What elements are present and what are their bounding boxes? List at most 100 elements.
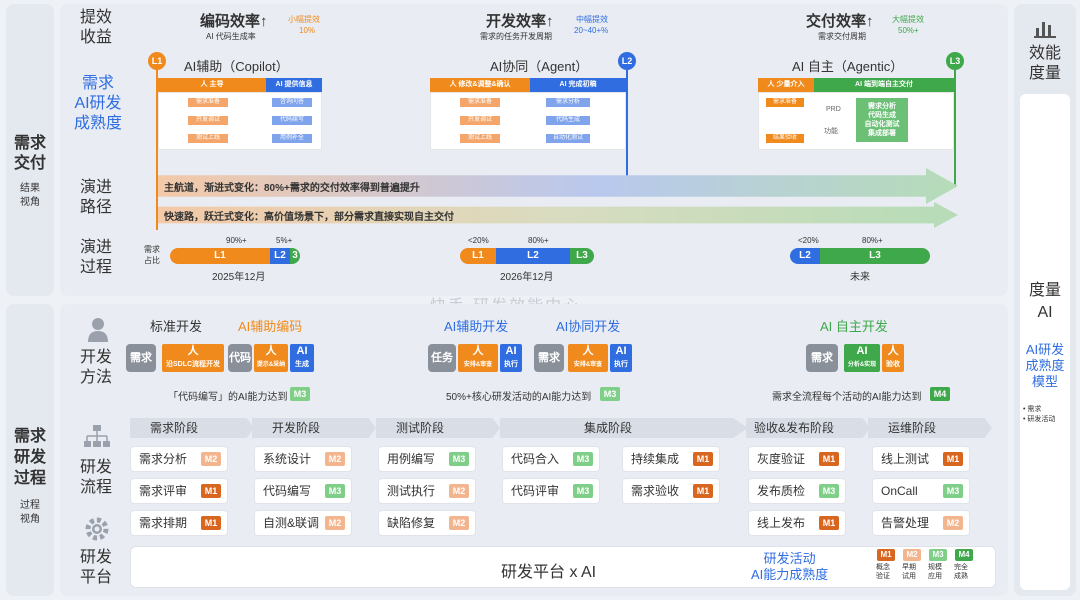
human-box: 人安排&审查 <box>458 344 498 372</box>
box-sub: 提示&采纳 <box>256 362 286 368</box>
left-top-label: 需求 交付 <box>13 135 46 172</box>
box-label: 需求 <box>538 352 560 364</box>
activity-label: OnCall <box>881 484 918 498</box>
pct-label: 80%+ <box>528 236 549 245</box>
benefit-sub: AI 代码生成率 <box>206 32 256 41</box>
maturity-badge: M1 <box>819 516 839 530</box>
bar-chart-icon <box>1034 16 1056 38</box>
process-date: 2025年12月 <box>212 272 266 283</box>
activity[interactable]: 需求评审 M1 <box>130 478 228 504</box>
activity[interactable]: 测试执行 M2 <box>378 478 476 504</box>
platform-bar: 研发平台 x AI 研发活动 AI能力成熟度 M1 概念 验证 M2 早期 试用… <box>130 546 996 588</box>
maturity-badge: M2 <box>449 484 469 498</box>
legend-text: 完全 成熟 <box>954 564 968 580</box>
activity[interactable]: 用例编写 M3 <box>378 446 476 472</box>
activity[interactable]: 需求分析 M2 <box>130 446 228 472</box>
maturity-badge: M1 <box>693 452 713 466</box>
seg-l3: L3 <box>570 248 594 264</box>
activity-label: 测试执行 <box>387 484 436 498</box>
box-sub: 执行 <box>504 361 518 368</box>
maturity-model-label: AI研发 成熟度 模型 <box>1025 342 1065 389</box>
activity[interactable]: 灰度验证 M1 <box>748 446 846 472</box>
row-label-maturity: 需求 AI研发 成熟度 <box>73 75 122 132</box>
activity[interactable]: 告警处理 M2 <box>872 510 970 536</box>
activity-label: 需求评审 <box>139 484 188 498</box>
l1-left-item: 测试上线 <box>188 134 228 143</box>
left-panel-top: 需求 交付 结果 视角 <box>6 4 54 296</box>
activity-label: 发布质检 <box>757 484 806 498</box>
seg-l1: L1 <box>170 248 270 264</box>
phase-dev: 开发阶段 <box>252 418 376 438</box>
platform-title: 研发平台 x AI <box>501 564 597 581</box>
method2-boxes: 任务 人安排&审查 AI 执行 需求 人安排&审查 AI 执行 <box>428 342 648 374</box>
activity[interactable]: OnCall M3 <box>872 478 970 504</box>
divider-l2 <box>626 70 628 186</box>
person-icon <box>86 316 110 342</box>
seg-l2: L2 <box>270 248 290 264</box>
process-date: 未来 <box>850 272 870 283</box>
l3-left-item: 结果验收 <box>766 134 804 143</box>
method1-t2: AI辅助编码 <box>238 319 303 334</box>
activity[interactable]: 发布质检 M3 <box>748 478 846 504</box>
gear-icon <box>84 516 110 542</box>
activity-label: 线上测试 <box>881 452 930 466</box>
l2-left-item: 需求准备 <box>460 98 500 107</box>
activity-label: 持续集成 <box>631 452 680 466</box>
pct-label: <20% <box>468 236 489 245</box>
activity[interactable]: 需求验收 M1 <box>622 478 720 504</box>
seg-l2: L2 <box>496 248 570 264</box>
activity[interactable]: 代码合入 M3 <box>502 446 600 472</box>
legend-text: 早期 试用 <box>902 564 916 580</box>
box-label: 人 <box>472 345 484 357</box>
phase-integration: 集成阶段 <box>500 418 748 438</box>
activity-label: 代码编写 <box>263 484 312 498</box>
box-label: 人 <box>582 345 594 357</box>
activity[interactable]: 需求排期 M1 <box>130 510 228 536</box>
activity[interactable]: 代码编写 M3 <box>254 478 352 504</box>
human-box: 人提示&采纳 <box>254 344 288 372</box>
l3-left-item: 需求准备 <box>766 98 804 107</box>
ratio-label: 需求 占比 <box>144 245 160 265</box>
maturity-badge: M2 <box>943 516 963 530</box>
process-date: 2026年12月 <box>500 272 554 283</box>
method1-note: 「代码编写」的AI能力达到 <box>168 392 288 403</box>
activity-label: 线上发布 <box>757 516 806 530</box>
ai-box: AI 分析&实现 <box>844 344 880 372</box>
right-title: 效能 度量 <box>1028 45 1061 82</box>
activity[interactable]: 缺陷修复 M2 <box>378 510 476 536</box>
maturity-badge: M1 <box>693 484 713 498</box>
l3-ai-bar: AI 端到端自主交付 <box>814 78 954 92</box>
row-label-path: 演进 路径 <box>80 179 113 216</box>
activity-label: 需求分析 <box>139 452 188 466</box>
right-model-card: 度量 AI AI研发 成熟度 模型 • 需求 • 研发活动 <box>1020 94 1070 590</box>
human-box: 人验收 <box>882 344 904 372</box>
maturity-badge: M2 <box>325 516 345 530</box>
maturity-badge: M1 <box>943 452 963 466</box>
maturity-badge: M1 <box>201 516 221 530</box>
level-name-l1: AI辅助（Copilot） <box>184 59 289 74</box>
seg-l2: L2 <box>790 248 820 264</box>
benefit-tag: 中幅提效 <box>576 15 608 24</box>
l2-right-item: 代码生成 <box>546 116 590 125</box>
legend-badge: M3 <box>929 549 947 561</box>
left-bottom-sub: 过程 视角 <box>20 500 40 525</box>
bullet-activity: • 研发活动 <box>1023 416 1056 423</box>
activity[interactable]: 自测&联调 M2 <box>254 510 352 536</box>
activity-label: 告警处理 <box>881 516 930 530</box>
left-bottom-label: 需求 研发 过程 <box>13 428 46 487</box>
activity[interactable]: 系统设计 M2 <box>254 446 352 472</box>
activity[interactable]: 代码评审 M3 <box>502 478 600 504</box>
measure-ai-label: 度量 AI <box>1028 282 1061 321</box>
box-label: 需求 <box>130 352 152 364</box>
legend-text: 规模 应用 <box>928 564 942 580</box>
activity[interactable]: 持续集成 M1 <box>622 446 720 472</box>
method1-badge: M3 <box>290 387 310 401</box>
box-label: 代码 <box>229 352 251 364</box>
benefit-sub: 需求交付周期 <box>818 32 866 41</box>
activity[interactable]: 线上测试 M1 <box>872 446 970 472</box>
l3-human-bar: 人 少量介入 <box>758 78 814 92</box>
l3-mid-item: 功能 <box>824 128 838 135</box>
activity[interactable]: 线上发布 M1 <box>748 510 846 536</box>
benefit-title: 编码效率↑ <box>200 13 268 30</box>
level-name-l2: AI协同（Agent） <box>490 59 589 74</box>
